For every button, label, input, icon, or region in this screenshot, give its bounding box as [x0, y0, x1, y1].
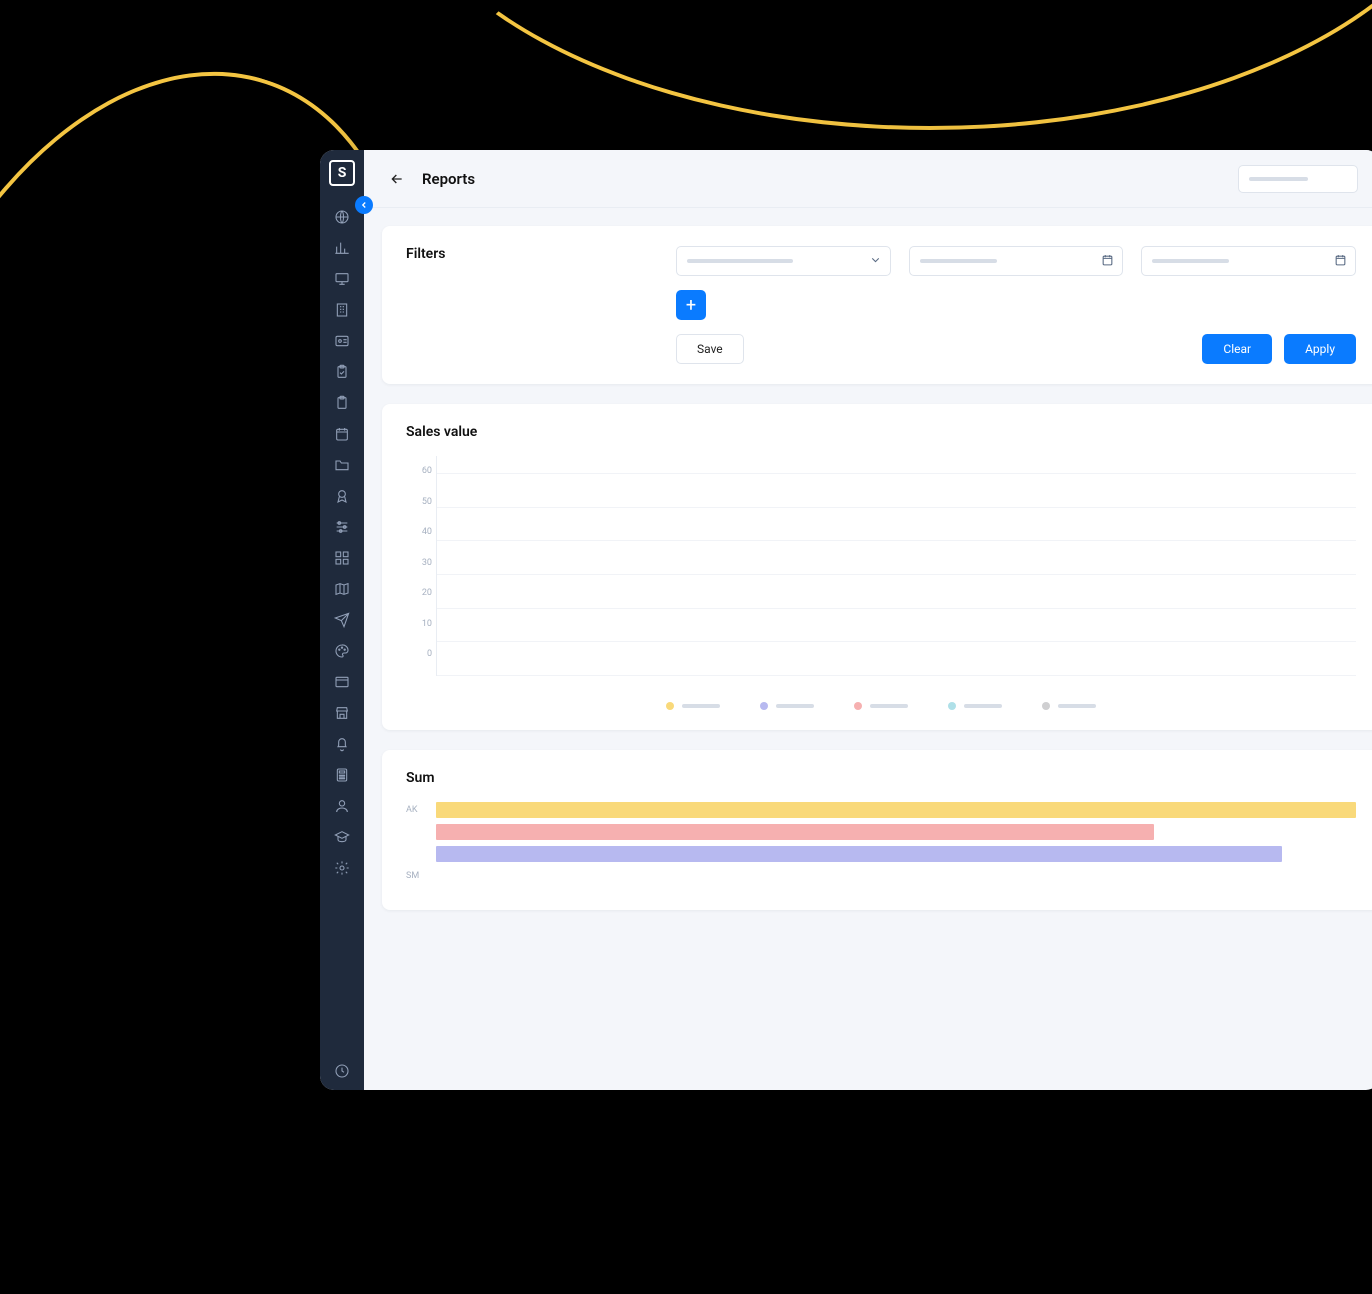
- sidebar-collapse-toggle[interactable]: [355, 196, 373, 214]
- sidebar-items: [333, 208, 351, 1062]
- grid-icon[interactable]: [333, 549, 351, 567]
- folder-icon[interactable]: [333, 456, 351, 474]
- decorative-arc-top: [380, 0, 1372, 130]
- calculator-icon[interactable]: [333, 766, 351, 784]
- legend-dot-icon: [1042, 702, 1050, 710]
- hbar-label: AK: [406, 805, 418, 815]
- legend-label: [870, 704, 908, 708]
- legend-label: [964, 704, 1002, 708]
- bell-icon[interactable]: [333, 735, 351, 753]
- app-window: S: [320, 150, 1372, 1090]
- store-icon[interactable]: [333, 704, 351, 722]
- hbar[interactable]: [436, 824, 1154, 840]
- hbar[interactable]: [436, 846, 1282, 862]
- sum-card: Sum AK SM: [382, 750, 1372, 910]
- legend-label: [682, 704, 720, 708]
- add-filter-button[interactable]: +: [676, 290, 706, 320]
- window-icon[interactable]: [333, 673, 351, 691]
- chart-icon[interactable]: [333, 239, 351, 257]
- y-tick: 30: [422, 558, 432, 568]
- calendar-icon: [1101, 252, 1114, 271]
- settings-icon[interactable]: [333, 859, 351, 877]
- app-logo[interactable]: S: [329, 160, 355, 186]
- legend-item[interactable]: [1042, 702, 1096, 710]
- filters-card: Filters: [382, 226, 1372, 384]
- chevron-down-icon: [869, 252, 882, 271]
- calendar-icon: [1334, 252, 1347, 271]
- y-tick: 50: [422, 497, 432, 507]
- clock-icon[interactable]: [333, 1062, 351, 1080]
- id-icon[interactable]: [333, 332, 351, 350]
- page-title: Reports: [422, 170, 475, 188]
- sales-value-title: Sales value: [406, 424, 1356, 440]
- save-button[interactable]: Save: [676, 334, 744, 364]
- calendar-icon[interactable]: [333, 425, 351, 443]
- clipboard-icon[interactable]: [333, 394, 351, 412]
- filters-title: Filters: [406, 246, 676, 262]
- legend-item[interactable]: [854, 702, 908, 710]
- legend-dot-icon: [760, 702, 768, 710]
- filter-date-to[interactable]: [1141, 246, 1356, 276]
- main-area: Reports Filters: [364, 150, 1372, 1090]
- content-scroll: Filters: [364, 208, 1372, 948]
- y-tick: 60: [422, 466, 432, 476]
- sales-value-card: Sales value 0 10 20 30 40 50 60: [382, 404, 1372, 730]
- back-button[interactable]: [386, 168, 408, 190]
- monitor-icon[interactable]: [333, 270, 351, 288]
- chart-legend: [406, 702, 1356, 710]
- send-icon[interactable]: [333, 611, 351, 629]
- y-tick: 0: [427, 649, 432, 659]
- sidebar: S: [320, 150, 364, 1090]
- legend-dot-icon: [948, 702, 956, 710]
- y-tick: 20: [422, 588, 432, 598]
- filter-date-from[interactable]: [909, 246, 1124, 276]
- graduation-icon[interactable]: [333, 828, 351, 846]
- badge-icon[interactable]: [333, 487, 351, 505]
- sum-chart: AK SM: [406, 802, 1356, 884]
- sales-value-chart: 0 10 20 30 40 50 60: [406, 456, 1356, 676]
- header-action-pill[interactable]: [1238, 165, 1358, 193]
- clear-button[interactable]: Clear: [1202, 334, 1272, 364]
- y-tick: 40: [422, 527, 432, 537]
- map-icon[interactable]: [333, 580, 351, 598]
- page-header: Reports: [364, 150, 1372, 208]
- palette-icon[interactable]: [333, 642, 351, 660]
- filter-select[interactable]: [676, 246, 891, 276]
- legend-label: [776, 704, 814, 708]
- user-icon[interactable]: [333, 797, 351, 815]
- y-tick: 10: [422, 619, 432, 629]
- sliders-icon[interactable]: [333, 518, 351, 536]
- building-icon[interactable]: [333, 301, 351, 319]
- hbar[interactable]: [436, 802, 1356, 818]
- legend-item[interactable]: [760, 702, 814, 710]
- hbar-label: SM: [406, 871, 419, 881]
- clipboard-check-icon[interactable]: [333, 363, 351, 381]
- legend-item[interactable]: [948, 702, 1002, 710]
- apply-button[interactable]: Apply: [1284, 334, 1356, 364]
- legend-item[interactable]: [666, 702, 720, 710]
- legend-dot-icon: [666, 702, 674, 710]
- legend-dot-icon: [854, 702, 862, 710]
- globe-icon[interactable]: [333, 208, 351, 226]
- sum-title: Sum: [406, 770, 1356, 786]
- legend-label: [1058, 704, 1096, 708]
